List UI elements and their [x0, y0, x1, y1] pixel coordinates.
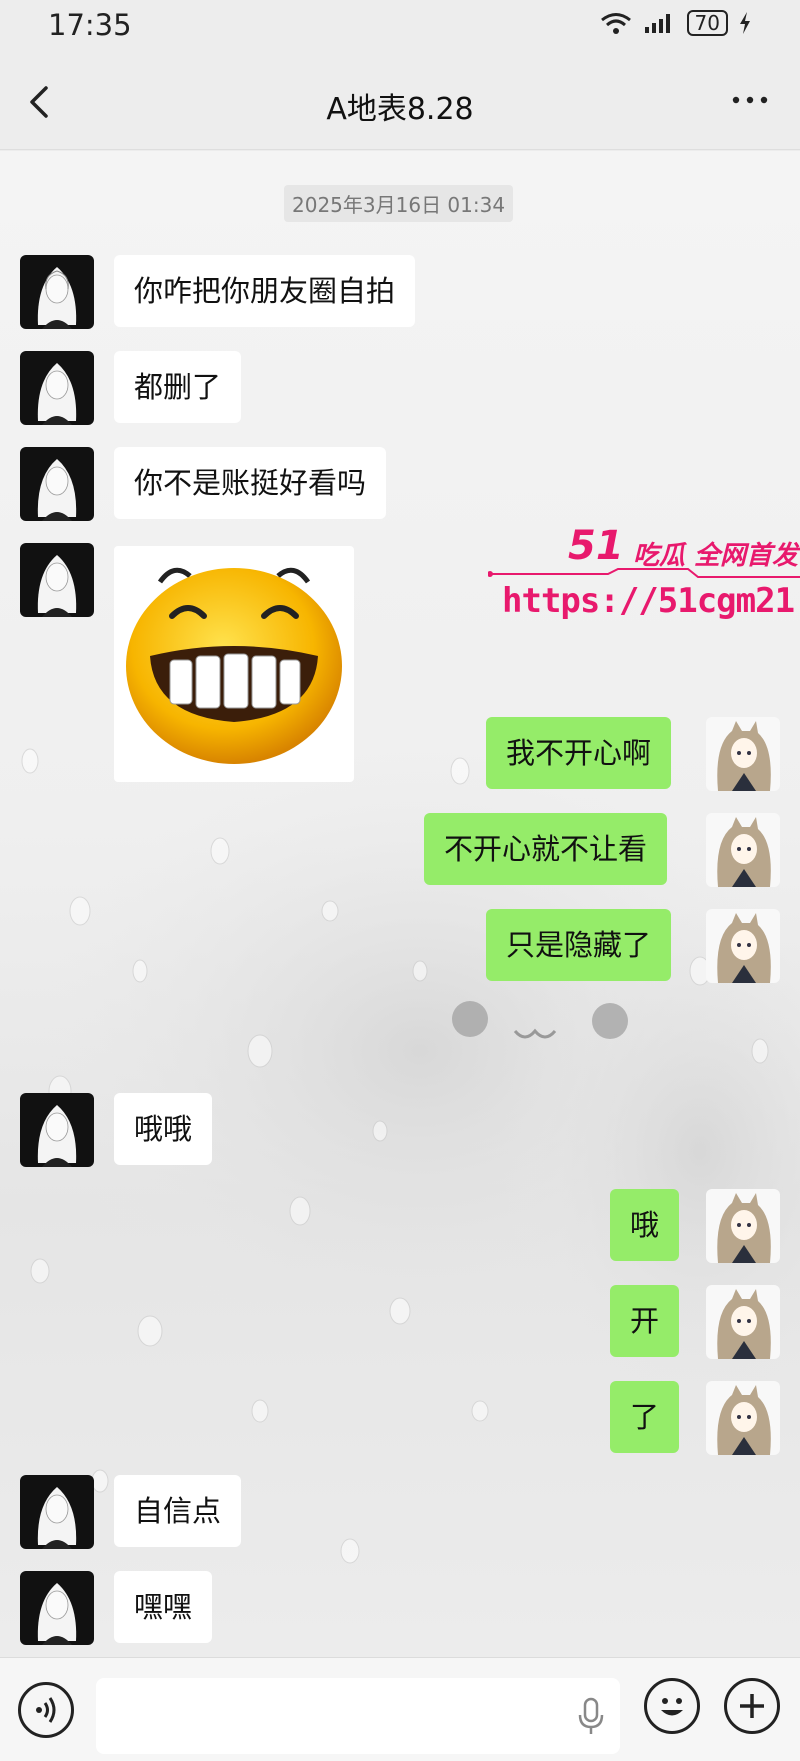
signal-icon: [644, 14, 670, 33]
contact-avatar-image: [20, 447, 94, 521]
self-avatar-image: [706, 1189, 780, 1263]
self-avatar[interactable]: [706, 1381, 780, 1455]
contact-avatar[interactable]: [20, 1571, 94, 1645]
voice-icon: [36, 1697, 56, 1723]
microphone-icon[interactable]: [576, 1696, 606, 1736]
chat-area[interactable]: 2025年3月16日 01:34 你咋把你朋友圈自拍 都删了 你不是账挺好看吗: [0, 151, 800, 1657]
self-avatar[interactable]: [706, 909, 780, 983]
status-icons: 70: [599, 10, 752, 36]
contact-avatar-image: [20, 1571, 94, 1645]
wifi-icon: [600, 13, 631, 34]
voice-button[interactable]: [18, 1682, 74, 1738]
plus-icon: [740, 1694, 764, 1718]
emoji-icon: [661, 1698, 683, 1716]
message-bubble-incoming[interactable]: 嘿嘿: [114, 1571, 213, 1643]
contact-avatar[interactable]: [20, 255, 94, 329]
contact-avatar[interactable]: [20, 543, 94, 617]
grinning-face-sticker[interactable]: [114, 546, 354, 782]
self-avatar[interactable]: [706, 1285, 780, 1359]
self-avatar[interactable]: [706, 813, 780, 887]
self-avatar-image: [706, 909, 780, 983]
chat-title: A地表8.28: [326, 92, 474, 127]
contact-avatar-image: [20, 351, 94, 425]
contact-avatar-image: [20, 543, 94, 617]
contact-avatar[interactable]: [20, 447, 94, 521]
message-bubble-outgoing[interactable]: 开: [610, 1285, 680, 1357]
message-bubble-incoming[interactable]: 哦哦: [114, 1093, 213, 1165]
message-bubble-incoming[interactable]: 自信点: [114, 1475, 242, 1547]
message-bubble-outgoing[interactable]: 哦: [610, 1189, 680, 1261]
self-avatar-image: [706, 1285, 780, 1359]
contact-avatar[interactable]: [20, 351, 94, 425]
message-bubble-incoming[interactable]: 你咋把你朋友圈自拍: [114, 255, 416, 327]
contact-avatar[interactable]: [20, 1093, 94, 1167]
plus-button[interactable]: [724, 1678, 780, 1734]
contact-avatar-image: [20, 255, 94, 329]
message-bubble-outgoing[interactable]: 不开心就不让看: [424, 813, 668, 885]
message-input[interactable]: [96, 1678, 620, 1754]
self-avatar[interactable]: [706, 1189, 780, 1263]
message-bubble-incoming[interactable]: 你不是账挺好看吗: [114, 447, 387, 519]
contact-avatar[interactable]: [20, 1475, 94, 1549]
charging-icon: [740, 12, 750, 34]
message-bubble-incoming[interactable]: 都删了: [114, 351, 242, 423]
status-time: 17:35: [48, 8, 132, 42]
more-dots-icon[interactable]: [730, 88, 770, 112]
battery-indicator: 70: [686, 10, 728, 36]
status-bar: 17:35 70: [0, 0, 800, 50]
self-avatar-image: [706, 1381, 780, 1455]
self-avatar[interactable]: [706, 717, 780, 791]
chat-timestamp: 2025年3月16日 01:34: [284, 185, 514, 222]
watermark-tagline: 吃瓜 全网首发: [633, 541, 799, 571]
message-bubble-outgoing[interactable]: 了: [610, 1381, 680, 1453]
message-bubble-outgoing[interactable]: 只是隐藏了: [486, 909, 672, 981]
self-avatar-image: [706, 813, 780, 887]
watermark-url: https://51cgm21.com: [502, 581, 800, 621]
watermark-brand: 51: [568, 523, 624, 569]
emoji-button[interactable]: [644, 1678, 700, 1734]
watermark: 51 吃瓜 全网首发 https://51cgm21.com: [488, 523, 800, 623]
message-bubble-outgoing[interactable]: 我不开心啊: [486, 717, 672, 789]
self-avatar-image: [706, 717, 780, 791]
contact-avatar-image: [20, 1093, 94, 1167]
input-bar: [0, 1657, 800, 1761]
contact-avatar-image: [20, 1475, 94, 1549]
chat-header: A地表8.28: [0, 50, 800, 150]
